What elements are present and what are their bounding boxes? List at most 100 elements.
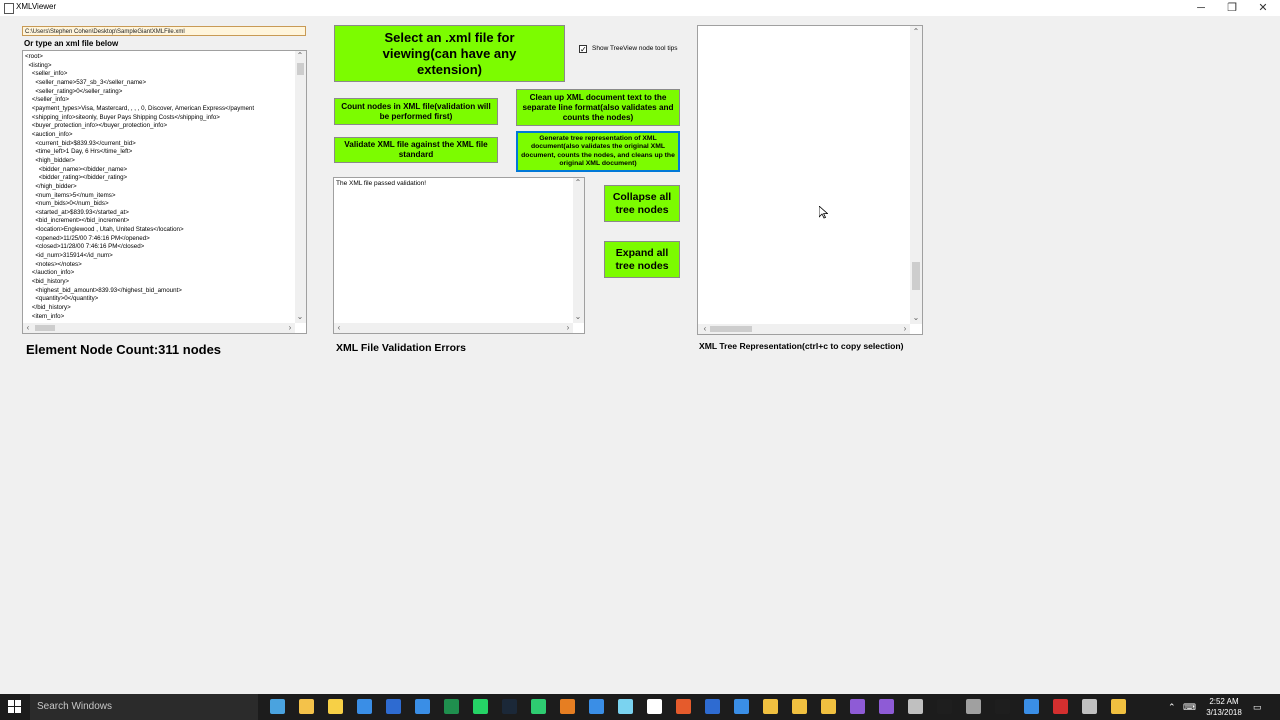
- windows-start-icon[interactable]: [8, 700, 22, 714]
- taskbar: Search Windows ⌃ ⌨ 2:52 AM 3/13/2018 ▭: [0, 694, 1280, 720]
- xml-line: <seller_info>: [25, 70, 68, 78]
- scroll-left-icon[interactable]: ‹: [700, 325, 710, 333]
- taskbar-app-icon[interactable]: [357, 699, 372, 714]
- app-icon: [4, 3, 14, 14]
- taskbar-app-icon[interactable]: [908, 699, 923, 714]
- taskbar-app-icon[interactable]: [647, 699, 662, 714]
- generate-tree-button[interactable]: Generate tree representation of XML docu…: [516, 131, 680, 172]
- scroll-right-icon[interactable]: ›: [900, 325, 910, 333]
- xml-line: <bid_increment></bid_increment>: [25, 217, 130, 225]
- taskbar-app-icon[interactable]: [1024, 699, 1039, 714]
- keyboard-icon[interactable]: ⌨: [1183, 694, 1196, 720]
- tray-chevron-icon[interactable]: ⌃: [1168, 694, 1176, 720]
- scroll-up-icon[interactable]: ⌃: [295, 52, 305, 60]
- errors-vertical-scrollbar[interactable]: ⌃ ⌄: [573, 178, 584, 323]
- minimize-button[interactable]: ─: [1186, 0, 1216, 16]
- scroll-down-icon[interactable]: ⌄: [295, 313, 305, 321]
- xml-hscroll-thumb[interactable]: [35, 325, 55, 331]
- validation-message: The XML file passed validation!: [336, 180, 427, 187]
- xml-line: <bidder_name></bidder_name>: [25, 165, 128, 173]
- taskbar-app-icon[interactable]: [502, 699, 517, 714]
- xml-line: <highest_bid_amount>839.93</highest_bid_…: [25, 286, 182, 294]
- taskbar-app-icon[interactable]: [270, 699, 285, 714]
- taskbar-app-icon[interactable]: [821, 699, 836, 714]
- file-path-field[interactable]: C:\Users\Stephen Cohen\Desktop\SampleGia…: [22, 26, 306, 36]
- taskbar-app-icon[interactable]: [1053, 699, 1068, 714]
- expand-all-button[interactable]: Expand all tree nodes: [604, 241, 680, 278]
- xml-line: <bid_history>: [25, 278, 70, 286]
- xml-line: </bid_history>: [25, 304, 71, 312]
- xml-line: </seller_info>: [25, 96, 70, 104]
- xml-line: <id_num>315914</id_num>: [25, 252, 113, 260]
- taskbar-app-icon[interactable]: [850, 699, 865, 714]
- validation-errors-box[interactable]: The XML file passed validation! ⌃ ⌄ ‹ ›: [333, 177, 585, 334]
- taskbar-search-box[interactable]: Search Windows: [30, 694, 258, 720]
- xml-line: </high_bidder>: [25, 182, 77, 190]
- xml-line: </auction_info>: [25, 269, 75, 277]
- xml-line: <notes></notes>: [25, 260, 82, 268]
- clock-time: 2:52 AM: [1209, 697, 1239, 706]
- scroll-down-icon[interactable]: ⌄: [911, 314, 921, 322]
- taskbar-app-icon[interactable]: [763, 699, 778, 714]
- xml-horizontal-scrollbar[interactable]: ‹ ›: [23, 323, 295, 333]
- collapse-all-button[interactable]: Collapse all tree nodes: [604, 185, 680, 222]
- xml-line: <shipping_info>siteonly, Buyer Pays Ship…: [25, 113, 220, 121]
- close-button[interactable]: ✕: [1248, 0, 1278, 16]
- validate-button[interactable]: Validate XML file against the XML file s…: [334, 137, 498, 163]
- xml-tree-view[interactable]: ⌃ ⌄ ‹ ›: [697, 25, 923, 335]
- tree-vscroll-thumb[interactable]: [912, 262, 920, 290]
- xml-vscroll-thumb[interactable]: [297, 63, 304, 75]
- taskbar-app-icon[interactable]: [1082, 699, 1097, 714]
- tooltips-checkbox[interactable]: ✓: [579, 45, 587, 54]
- taskbar-app-icon[interactable]: [676, 699, 691, 714]
- maximize-button[interactable]: ❐: [1217, 0, 1247, 16]
- xml-line: <num_bids>0</num_bids>: [25, 200, 109, 208]
- xml-text-content: <root> <listing> <seller_info> <seller_n…: [25, 53, 295, 321]
- taskbar-app-icon[interactable]: [415, 699, 430, 714]
- taskbar-app-icon[interactable]: [618, 699, 633, 714]
- taskbar-app-icon[interactable]: [995, 699, 1010, 714]
- notifications-icon[interactable]: ▭: [1253, 694, 1262, 720]
- tooltips-checkbox-label[interactable]: Show TreeView node tool tips: [592, 45, 678, 52]
- taskbar-app-icon[interactable]: [705, 699, 720, 714]
- scroll-up-icon[interactable]: ⌃: [573, 179, 583, 187]
- taskbar-app-icon[interactable]: [444, 699, 459, 714]
- taskbar-app-icon[interactable]: [531, 699, 546, 714]
- xml-line: <quantity>0</quantity>: [25, 295, 99, 303]
- xml-line: <listing>: [25, 61, 52, 69]
- tree-hscroll-thumb[interactable]: [710, 326, 752, 332]
- scroll-left-icon[interactable]: ‹: [334, 324, 344, 332]
- taskbar-app-icon[interactable]: [734, 699, 749, 714]
- taskbar-app-icon[interactable]: [792, 699, 807, 714]
- xml-line: <num_items>5</num_items>: [25, 191, 116, 199]
- window-title: XMLViewer: [16, 2, 57, 11]
- errors-horizontal-scrollbar[interactable]: ‹ ›: [334, 323, 573, 333]
- cleanup-button[interactable]: Clean up XML document text to the separa…: [516, 89, 680, 126]
- scroll-right-icon[interactable]: ›: [285, 324, 295, 332]
- clock-date: 3/13/2018: [1206, 708, 1242, 717]
- xml-line: <high_bidder>: [25, 156, 75, 164]
- tree-horizontal-scrollbar[interactable]: ‹ ›: [698, 324, 910, 334]
- scroll-down-icon[interactable]: ⌄: [573, 313, 583, 321]
- scroll-left-icon[interactable]: ‹: [23, 324, 33, 332]
- xml-line: <current_bid>$839.93</current_bid>: [25, 139, 136, 147]
- taskbar-app-icon[interactable]: [328, 699, 343, 714]
- taskbar-app-icon[interactable]: [473, 699, 488, 714]
- taskbar-app-icon[interactable]: [560, 699, 575, 714]
- taskbar-app-icon[interactable]: [299, 699, 314, 714]
- taskbar-app-icon[interactable]: [937, 699, 952, 714]
- xml-vertical-scrollbar[interactable]: ⌃ ⌄: [295, 51, 306, 323]
- select-file-button[interactable]: Select an .xml file for viewing(can have…: [334, 25, 565, 82]
- xml-text-area[interactable]: <root> <listing> <seller_info> <seller_n…: [22, 50, 307, 334]
- scroll-right-icon[interactable]: ›: [563, 324, 573, 332]
- taskbar-app-icon[interactable]: [589, 699, 604, 714]
- taskbar-app-icon[interactable]: [966, 699, 981, 714]
- taskbar-app-icon[interactable]: [879, 699, 894, 714]
- scroll-up-icon[interactable]: ⌃: [911, 28, 921, 36]
- tree-vertical-scrollbar[interactable]: ⌃ ⌄: [910, 26, 922, 324]
- taskbar-clock[interactable]: 2:52 AM 3/13/2018: [1200, 696, 1248, 718]
- validation-errors-label: XML File Validation Errors: [336, 342, 466, 354]
- taskbar-app-icon[interactable]: [386, 699, 401, 714]
- count-nodes-button[interactable]: Count nodes in XML file(validation will …: [334, 98, 498, 125]
- taskbar-app-icon[interactable]: [1111, 699, 1126, 714]
